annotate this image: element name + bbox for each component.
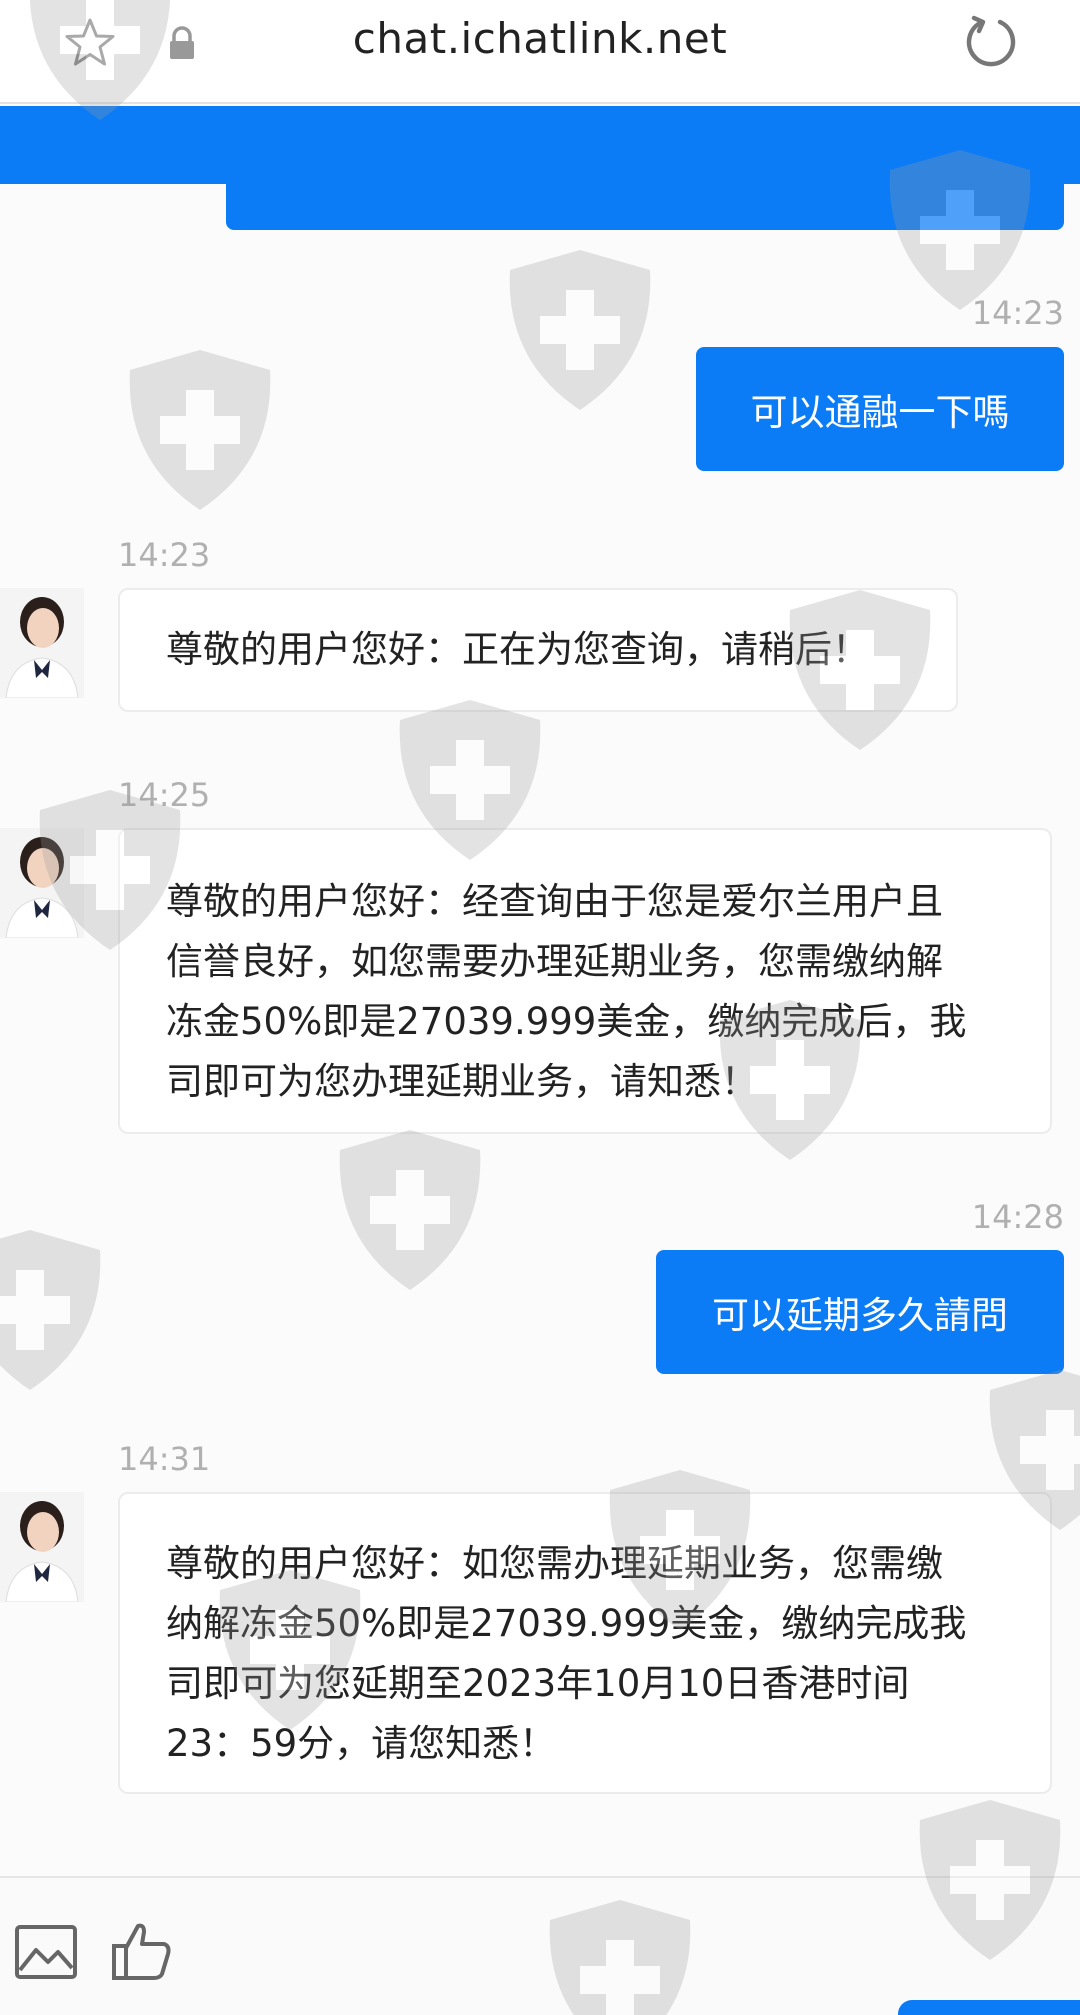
message-timestamp: 14:31 (118, 1440, 211, 1478)
message-text: 尊敬的用户您好：正在为您查询，请稍后！ (166, 628, 869, 671)
message-line: 尊敬的用户您好：如您需办理延期业务，您需缴 (166, 1542, 943, 1585)
message-line: 23：59分，请您知悉！ (166, 1722, 557, 1765)
message-text: 可以通融一下嗎 (750, 391, 1010, 434)
browser-address-bar: chat.ichatlink.net (0, 0, 1080, 104)
agent-avatar (0, 828, 84, 938)
chat-input-toolbar (0, 1876, 1080, 2015)
agent-avatar (0, 1492, 84, 1602)
send-button[interactable] (898, 2000, 1080, 2015)
message-text: 可以延期多久請問 (712, 1294, 1008, 1337)
message-line: 信誉良好，如您需要办理延期业务，您需缴纳解 (166, 940, 943, 983)
message-timestamp: 14:28 (971, 1198, 1064, 1236)
message-line: 纳解冻金50%即是27039.999美金，缴纳完成我 (166, 1602, 967, 1645)
thumbs-up-icon[interactable] (110, 1918, 174, 1982)
previous-message-bubble (226, 150, 1064, 230)
incoming-message-bubble: 尊敬的用户您好：经查询由于您是爱尔兰用户且 信誉良好，如您需要办理延期业务，您需… (118, 828, 1052, 1134)
message-timestamp: 14:23 (118, 536, 211, 574)
outgoing-message-bubble: 可以延期多久請問 (656, 1250, 1064, 1374)
incoming-message-bubble: 尊敬的用户您好：如您需办理延期业务，您需缴 纳解冻金50%即是27039.999… (118, 1492, 1052, 1794)
reload-icon[interactable] (962, 12, 1020, 70)
url-text[interactable]: chat.ichatlink.net (0, 14, 1080, 63)
agent-avatar (0, 588, 84, 698)
message-line: 司即可为您延期至2023年10月10日香港时间 (166, 1662, 910, 1705)
incoming-message-bubble: 尊敬的用户您好：正在为您查询，请稍后！ (118, 588, 958, 712)
message-timestamp: 14:25 (118, 776, 211, 814)
image-icon[interactable] (14, 1924, 78, 1980)
outgoing-message-bubble: 可以通融一下嗎 (696, 347, 1064, 471)
message-timestamp: 14:23 (971, 294, 1064, 332)
message-line: 尊敬的用户您好：经查询由于您是爱尔兰用户且 (166, 880, 943, 923)
chat-screen: chat.ichatlink.net 14:23 可以通融一下嗎 14:23 尊… (0, 0, 1080, 2015)
message-line: 冻金50%即是27039.999美金，缴纳完成后，我 (166, 1000, 967, 1043)
message-line: 司即可为您办理延期业务，请知悉！ (166, 1060, 758, 1103)
